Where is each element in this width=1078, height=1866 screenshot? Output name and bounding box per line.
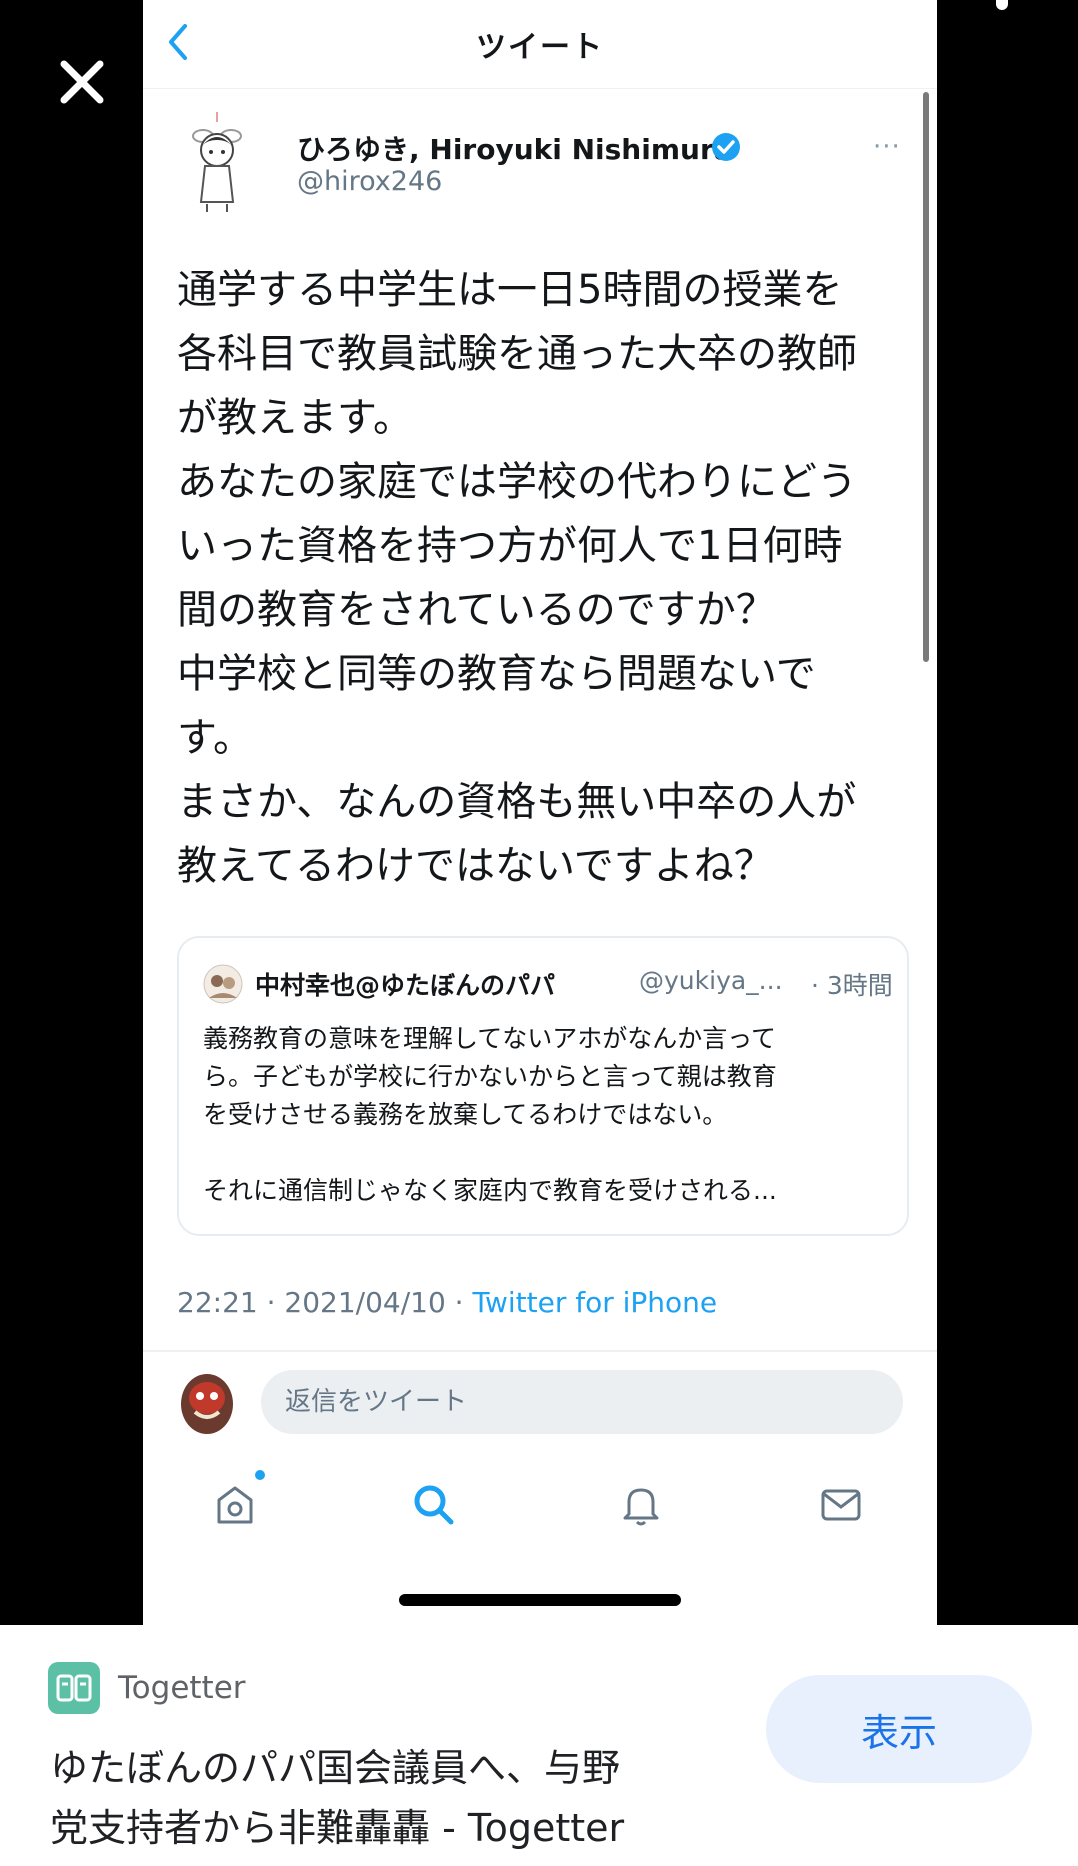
tweet-line: あなたの家庭では学校の代わりにどう [177, 459, 857, 505]
tweet-line: が教えます。 [177, 395, 413, 441]
author-handle[interactable]: @hirox246 [297, 166, 442, 197]
quoted-author-avatar [203, 964, 243, 1004]
home-icon [217, 1486, 253, 1524]
divider [143, 1350, 937, 1352]
overflow-menu-icon[interactable] [996, 0, 1008, 10]
tweet-line: 中学校と同等の教育なら問題ないで [177, 651, 816, 697]
quoted-tweet-body: 義務教育の意味を理解してないアホがなんか言って ら。子どもが学校に行かないからと… [203, 1020, 883, 1210]
quoted-author-name: 中村幸也@ゆたぼんのパパ [255, 971, 556, 1000]
quoted-line: を受けさせる義務を放棄してるわけではない。 [203, 1100, 728, 1129]
tweet-meta: 22:21 · 2021/04/10 · Twitter for iPhone [177, 1286, 717, 1319]
tweet-nav-bar: ツイート [143, 0, 937, 89]
quoted-author-handle: @yukiya_... [639, 966, 783, 995]
tweet-line: まさか、なんの資格も無い中卒の人が [177, 779, 857, 825]
quoted-tweet-card[interactable]: 中村幸也@ゆたぼんのパパ @yukiya_... · 3時間 義務教育の意味を理… [177, 936, 909, 1236]
quoted-line: それに通信制じゃなく家庭内で教育を受けされる... [203, 1176, 777, 1205]
article-title-line: 党支持者から非難轟轟 - Togetter [50, 1806, 625, 1850]
close-icon [60, 60, 104, 104]
author-name[interactable]: ひろゆき, Hiroyuki Nishimura [297, 128, 733, 168]
tweet-body: 通学する中学生は一日5時間の授業を 各科目で教員試験を通った大卒の教師 が教えま… [177, 258, 897, 898]
more-options-icon[interactable]: ··· [873, 132, 901, 162]
home-indicator [399, 1594, 681, 1606]
quoted-line: ら。子どもが学校に行かないからと言って親は教育 [203, 1062, 777, 1091]
scrollbar[interactable] [923, 92, 929, 662]
tweet-screenshot: ツイート ひろゆき, Hiroyuki Nishimura @hirox246 [143, 0, 937, 1625]
tab-messages[interactable] [813, 1476, 869, 1532]
tweet-line: 間の教育をされているのですか？ [177, 587, 776, 633]
tweet-source-link[interactable]: Twitter for iPhone [472, 1286, 717, 1319]
article-title[interactable]: ゆたぼんのパパ国会議員へ、与野 党支持者から非難轟轟 - Togetter [50, 1738, 710, 1858]
tab-search[interactable] [405, 1476, 461, 1532]
view-button[interactable]: 表示 [766, 1675, 1032, 1783]
tab-home[interactable] [207, 1476, 263, 1532]
tweet-line: 各科目で教員試験を通った大卒の教師 [177, 331, 857, 377]
verified-badge-icon [711, 132, 741, 162]
bell-icon [623, 1488, 659, 1526]
tab-notifications[interactable] [613, 1476, 669, 1532]
mail-icon [821, 1489, 861, 1521]
search-icon [414, 1485, 454, 1525]
togetter-logo-icon [48, 1662, 100, 1714]
quoted-tweet-time: · 3時間 [811, 971, 893, 1000]
site-name: Togetter [118, 1670, 246, 1706]
source-banner: Togetter ゆたぼんのパパ国会議員へ、与野 党支持者から非難轟轟 - To… [0, 1625, 1078, 1866]
tweet-line: す。 [177, 715, 253, 761]
current-user-avatar [177, 1368, 237, 1438]
tweet-line: 教えてるわけではないですよね？ [177, 843, 774, 889]
tweet-line: いった資格を持つ方が何人で1日何時 [177, 523, 843, 569]
tweet-datetime: 22:21 · 2021/04/10 · [177, 1286, 473, 1319]
quoted-line: 義務教育の意味を理解してないアホがなんか言って [203, 1024, 777, 1053]
close-button[interactable] [50, 50, 114, 114]
reply-input[interactable] [261, 1370, 903, 1434]
article-title-line: ゆたぼんのパパ国会議員へ、与野 [50, 1746, 621, 1790]
page-title: ツイート [476, 30, 604, 65]
author-avatar[interactable] [177, 106, 257, 216]
tweet-line: 通学する中学生は一日5時間の授業を [177, 267, 843, 313]
image-viewer: ツイート ひろゆき, Hiroyuki Nishimura @hirox246 [0, 0, 1078, 1625]
